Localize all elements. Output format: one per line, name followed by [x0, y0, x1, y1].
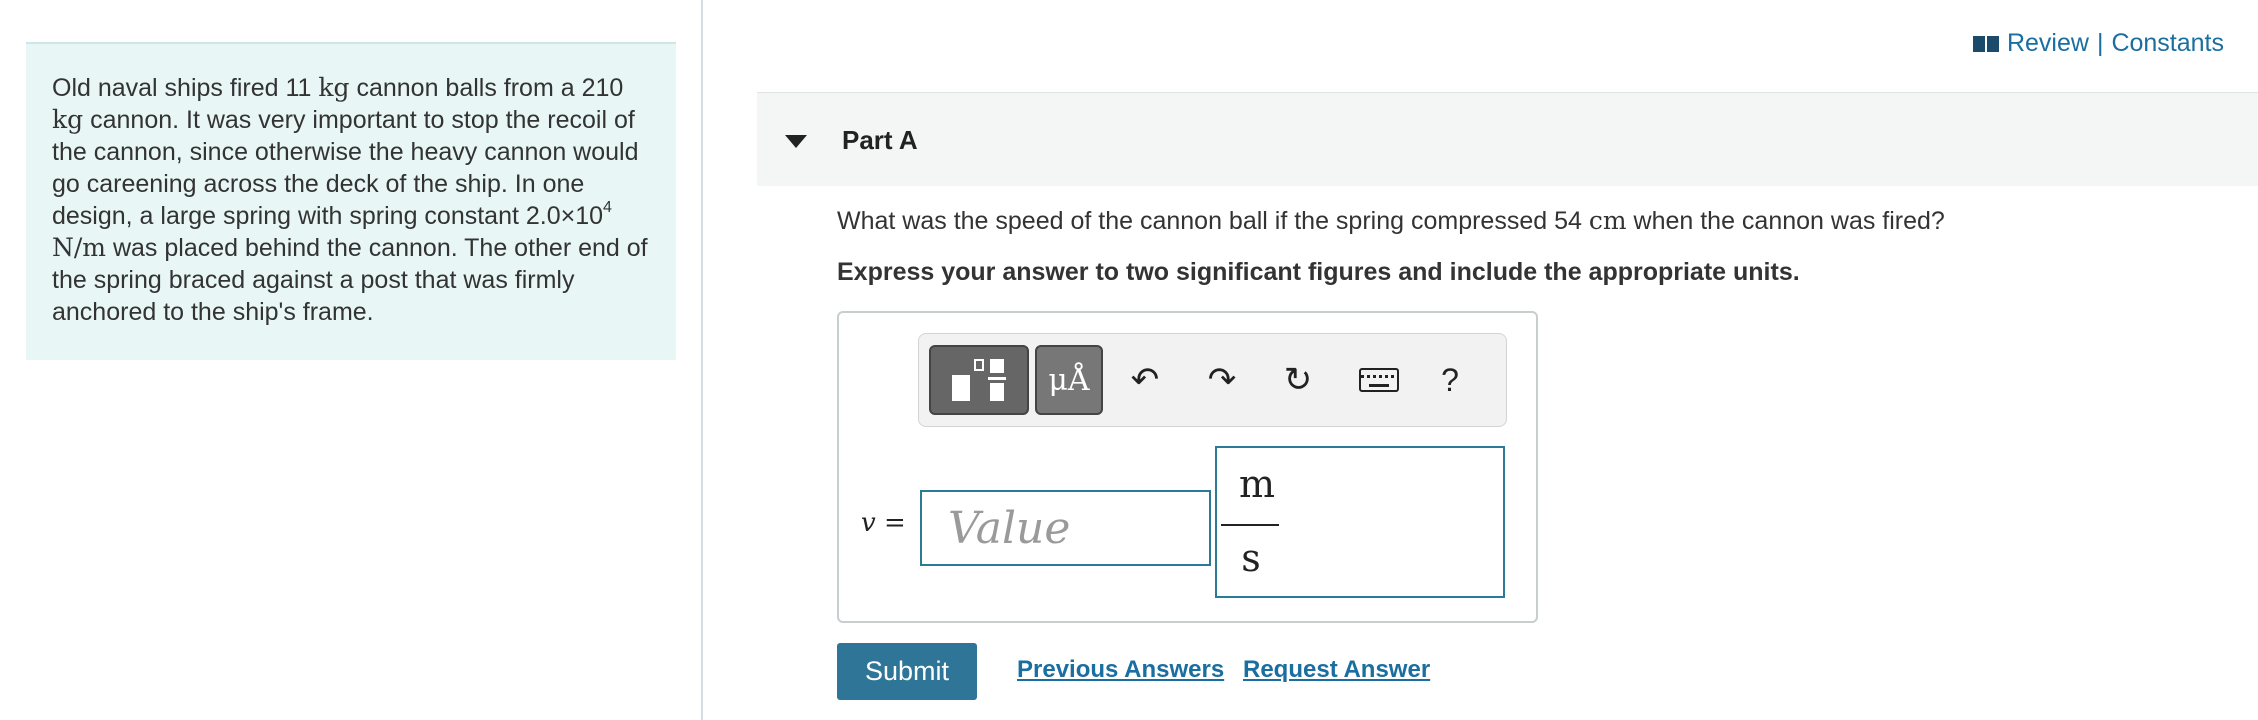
- answer-box: μÅ ↶ ↷ ↻ ? v = m s: [837, 311, 1538, 623]
- unit-kg: kg: [52, 105, 84, 134]
- problem-text: cannon balls from a 210: [349, 74, 624, 102]
- part-header[interactable]: Part A: [757, 92, 2258, 186]
- keyboard-button[interactable]: [1349, 345, 1409, 415]
- templates-icon: [948, 355, 1010, 405]
- unit-n-per-m: N/m: [52, 233, 107, 262]
- redo-icon[interactable]: ↷: [1192, 345, 1252, 415]
- math-toolbar: μÅ ↶ ↷ ↻ ?: [918, 333, 1507, 427]
- reset-icon[interactable]: ↻: [1268, 345, 1328, 415]
- book-icon: [1972, 34, 1999, 54]
- variable-label: v =: [861, 508, 906, 538]
- left-column: Old naval ships fired 11 kg cannon balls…: [0, 0, 703, 720]
- separator: |: [2096, 29, 2104, 57]
- keyboard-icon: [1359, 368, 1399, 392]
- units-input[interactable]: m s: [1215, 446, 1505, 598]
- undo-icon[interactable]: ↶: [1115, 345, 1175, 415]
- problem-text: Old naval ships fired 11: [52, 74, 319, 102]
- problem-statement: Old naval ships fired 11 kg cannon balls…: [26, 42, 676, 360]
- question-text: What was the speed of the cannon ball if…: [837, 206, 1945, 235]
- unit-numerator: m: [1238, 462, 1276, 506]
- unit-denominator: s: [1241, 536, 1261, 580]
- fraction-bar: [1221, 524, 1279, 526]
- unit-cm: cm: [1588, 206, 1627, 235]
- units-button[interactable]: μÅ: [1035, 345, 1103, 415]
- review-constants-links: Review | Constants: [1972, 29, 2224, 58]
- previous-answers-link[interactable]: Previous Answers: [1017, 656, 1224, 684]
- problem-text: was placed behind the cannon. The other …: [52, 234, 648, 326]
- templates-button[interactable]: [929, 345, 1029, 415]
- constants-link[interactable]: Constants: [2111, 29, 2224, 58]
- submit-button[interactable]: Submit: [837, 643, 977, 700]
- request-answer-link[interactable]: Request Answer: [1243, 656, 1430, 684]
- part-title: Part A: [842, 125, 918, 155]
- unit-kg: kg: [318, 73, 350, 102]
- help-icon[interactable]: ?: [1420, 345, 1480, 415]
- answer-instruction: Express your answer to two significant f…: [837, 258, 1800, 286]
- value-input[interactable]: [920, 490, 1211, 566]
- exponent: 4: [603, 199, 612, 216]
- caret-down-icon[interactable]: [785, 135, 807, 148]
- review-link[interactable]: Review: [2007, 29, 2089, 58]
- problem-text: cannon. It was very important to stop th…: [52, 106, 639, 230]
